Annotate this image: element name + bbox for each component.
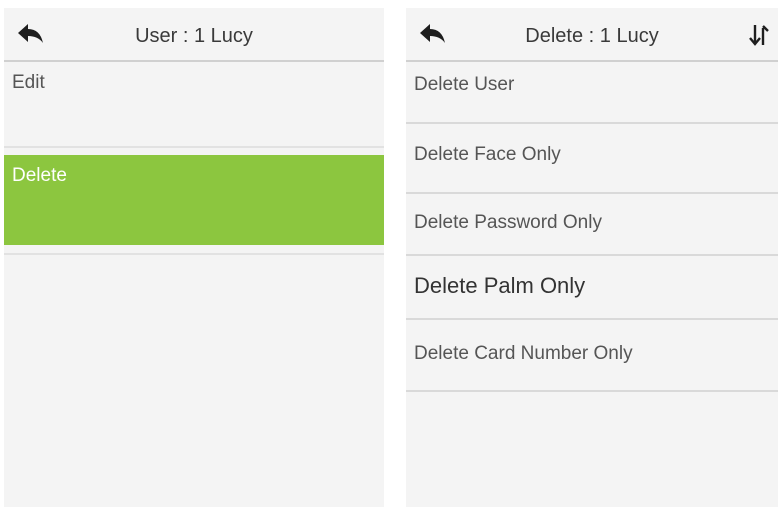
menu-item-delete[interactable]: Delete (4, 155, 384, 245)
title-bar: User : 1 Lucy (4, 8, 384, 62)
divider (4, 253, 384, 255)
page-title: User : 1 Lucy (135, 25, 253, 47)
menu-item-delete-card-number-only[interactable]: Delete Card Number Only (406, 320, 778, 392)
title-bar: Delete : 1 Lucy (406, 8, 778, 62)
menu-item-label: Delete Password Only (414, 212, 602, 233)
menu-item-label: Edit (12, 72, 45, 93)
menu-item-edit[interactable]: Edit (4, 64, 384, 148)
menu-item-label: Delete User (414, 74, 515, 95)
menu-item-label: Delete (12, 165, 67, 186)
page-title: Delete : 1 Lucy (525, 25, 659, 47)
menu-item-label: Delete Face Only (414, 144, 561, 165)
menu-item-label: Delete Palm Only (414, 273, 586, 298)
menu-item-delete-face-only[interactable]: Delete Face Only (406, 124, 778, 194)
delete-menu-screen: Delete : 1 Lucy Delete User Delete Face … (406, 8, 778, 507)
menu-item-label: Delete Card Number Only (414, 343, 633, 364)
menu-item-delete-palm-only[interactable]: Delete Palm Only (406, 256, 778, 320)
sort-arrows-icon[interactable] (748, 22, 770, 48)
menu-item-delete-password-only[interactable]: Delete Password Only (406, 194, 778, 256)
menu-item-delete-user[interactable]: Delete User (406, 62, 778, 124)
user-menu-screen: User : 1 Lucy Edit Delete (4, 8, 384, 507)
